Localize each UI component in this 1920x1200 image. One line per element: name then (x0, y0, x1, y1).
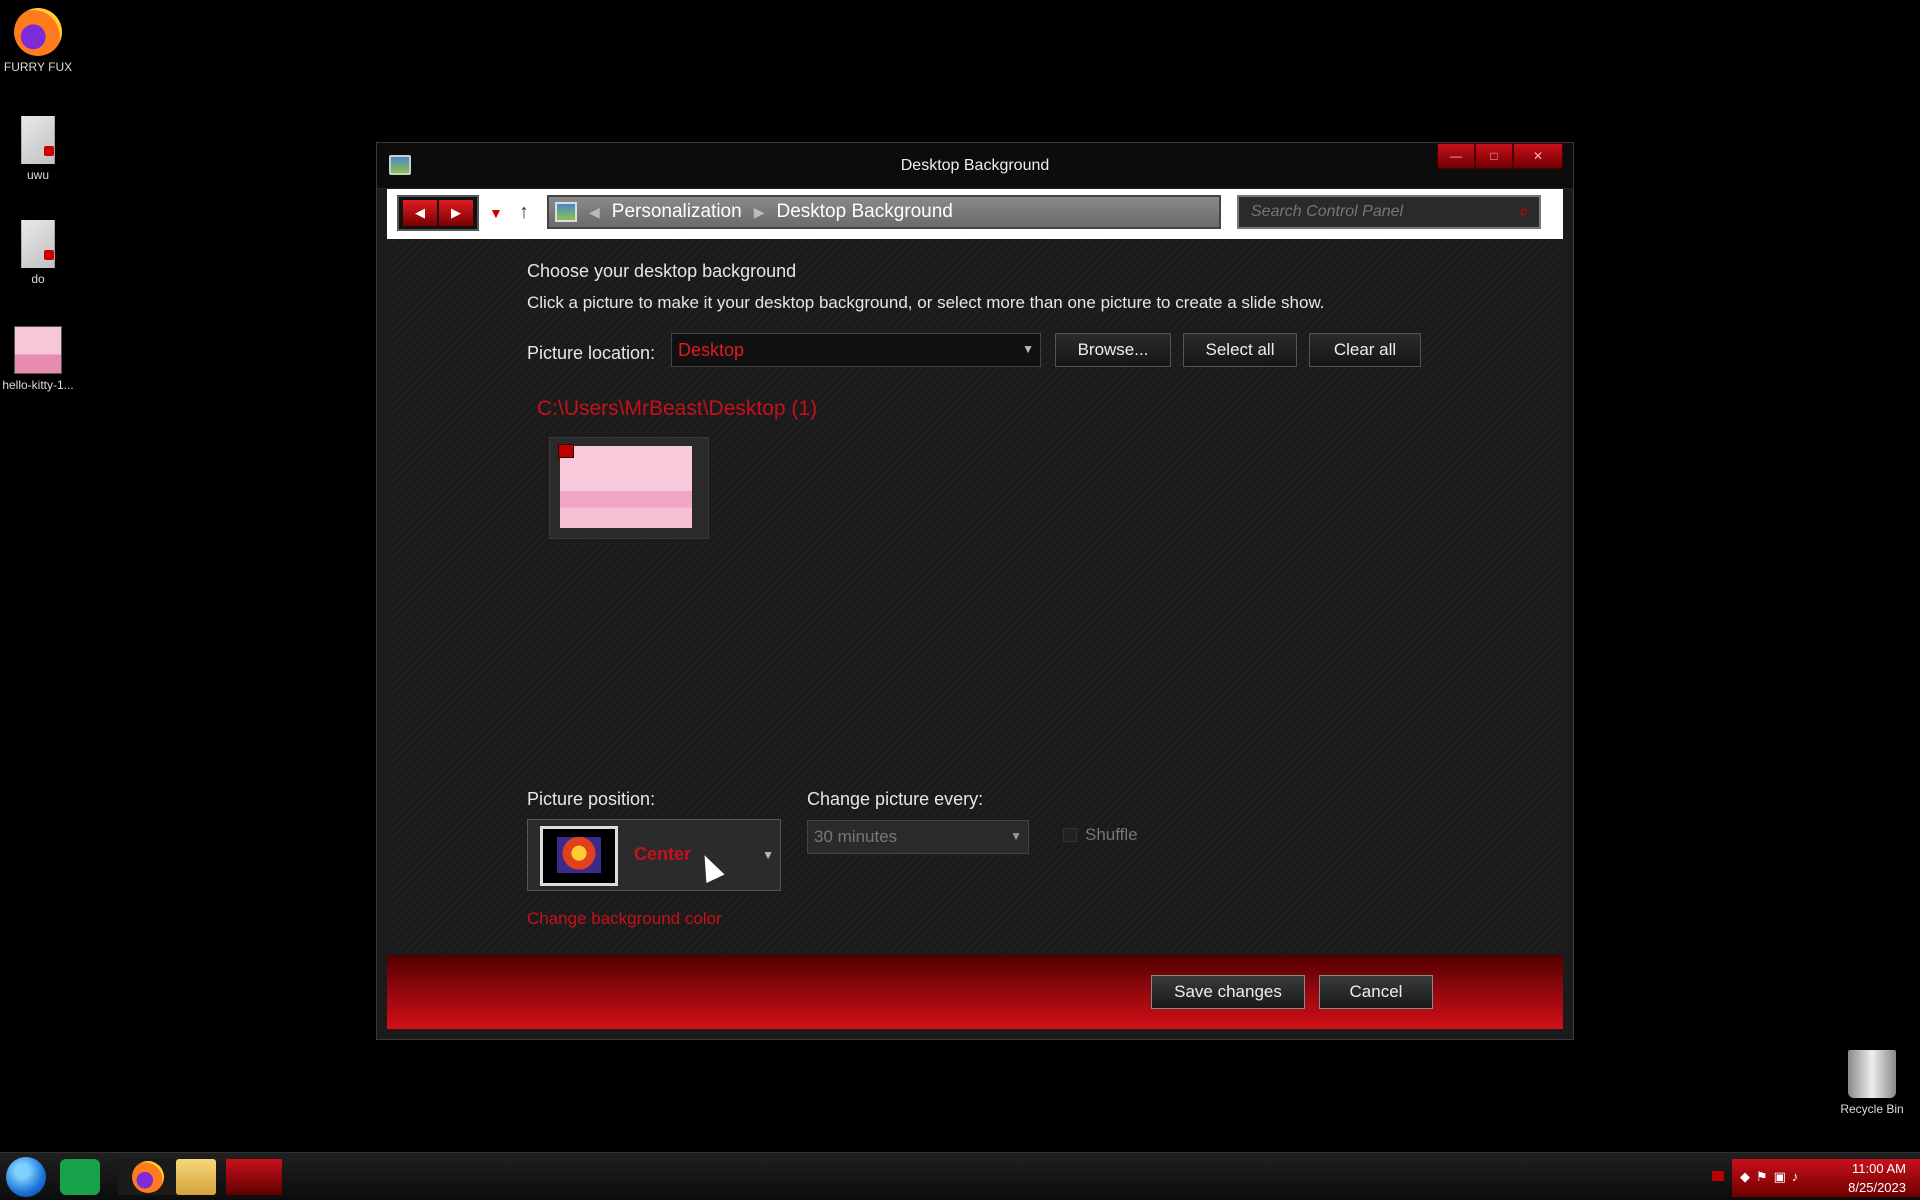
desktop-icon-hello-kitty[interactable]: hello-kitty-1... (0, 326, 76, 392)
search-icon[interactable]: ⌕ (1519, 201, 1529, 222)
start-button[interactable] (6, 1157, 46, 1197)
main-content: Choose your desktop background Click a p… (387, 239, 1563, 955)
desktop-icon-label: FURRY FUX (3, 60, 73, 74)
change-every-select[interactable]: 30 minutes ▼ (807, 820, 1029, 854)
address-bar[interactable]: ◀ Personalization ▶ Desktop Background (547, 195, 1221, 229)
clear-all-button[interactable]: Clear all (1309, 333, 1421, 367)
cancel-button[interactable]: Cancel (1319, 975, 1433, 1009)
close-button[interactable]: ✕ (1513, 143, 1563, 169)
file-icon (21, 220, 55, 268)
clock-date: 8/25/2023 (1848, 1180, 1906, 1195)
wallpaper-image (560, 446, 692, 528)
select-all-button[interactable]: Select all (1183, 333, 1297, 367)
desktop-icon-label: Recycle Bin (1840, 1102, 1904, 1116)
window-controls: — □ ✕ (1437, 143, 1563, 169)
file-explorer-icon[interactable] (176, 1159, 216, 1195)
firefox-taskbar-button[interactable] (118, 1159, 176, 1195)
chevron-left-icon[interactable]: ◀ (589, 204, 600, 221)
clock-time: 11:00 AM (1852, 1161, 1906, 1176)
picture-location-value: Desktop (678, 340, 745, 360)
file-icon (21, 116, 55, 164)
nav-buttons: ◀ ▶ (397, 195, 479, 231)
notification-icon[interactable] (1712, 1171, 1724, 1181)
picture-position-select[interactable]: Center ▼ (527, 819, 781, 891)
chevron-right-icon[interactable]: ▶ (754, 204, 765, 221)
desktop-icon-label: do (31, 272, 45, 286)
control-panel-icon (555, 202, 577, 222)
picture-location-select[interactable]: Desktop ▼ (671, 333, 1041, 367)
firefox-icon (14, 8, 62, 56)
clock[interactable]: 11:00 AM 8/25/2023 (1848, 1159, 1906, 1197)
wallpaper-thumbnail[interactable] (549, 437, 709, 539)
save-changes-button[interactable]: Save changes (1151, 975, 1305, 1009)
control-panel-taskbar-button[interactable] (226, 1159, 282, 1195)
checkbox-box[interactable] (1063, 828, 1077, 842)
tray-icons[interactable]: ◆⚑▣♪ (1740, 1169, 1804, 1185)
breadcrumb-desktop-background[interactable]: Desktop Background (776, 201, 952, 223)
desktop-icon-furry-fux[interactable]: FURRY FUX (0, 8, 76, 74)
search-input[interactable] (1251, 203, 1501, 221)
shuffle-label: Shuffle (1085, 825, 1138, 844)
notes-app-icon[interactable] (60, 1159, 100, 1195)
minimize-button[interactable]: — (1437, 143, 1475, 169)
change-background-color-link[interactable]: Change background color (527, 909, 722, 929)
picture-position-value: Center (634, 844, 692, 864)
desktop-icon-label: uwu (26, 168, 49, 182)
chevron-down-icon: ▼ (1022, 342, 1034, 356)
thumbnail-checkbox[interactable] (558, 444, 574, 458)
page-heading: Choose your desktop background (527, 261, 797, 281)
page-description: Click a picture to make it your desktop … (527, 293, 1325, 312)
folder-group-header[interactable]: C:\Users\MrBeast\Desktop (1) (537, 397, 817, 421)
up-arrow-icon[interactable]: ↑ (519, 201, 529, 224)
desktop-icon-recycle-bin[interactable]: Recycle Bin (1824, 1050, 1920, 1116)
picture-position-label: Picture position: (527, 789, 656, 809)
recycle-bin-icon (1848, 1050, 1896, 1098)
title-bar[interactable]: Desktop Background — □ ✕ (377, 143, 1573, 189)
desktop-icon-label: hello-kitty-1... (2, 378, 74, 392)
browse-button[interactable]: Browse... (1055, 333, 1171, 367)
change-every-value: 30 minutes (814, 827, 898, 846)
search-box[interactable]: ⌕ (1237, 195, 1541, 229)
chevron-down-icon: ▼ (762, 848, 774, 862)
taskbar: ◆⚑▣♪ 11:00 AM 8/25/2023 (0, 1152, 1920, 1200)
breadcrumb-personalization[interactable]: Personalization (612, 201, 742, 223)
change-every-label: Change picture every: (807, 789, 984, 809)
chevron-down-icon: ▼ (1010, 829, 1022, 843)
recent-pages-dropdown-icon[interactable]: ▼ (489, 205, 503, 221)
image-icon (14, 326, 62, 374)
position-preview (540, 826, 618, 886)
picture-location-label: Picture location: (527, 343, 656, 363)
window-title: Desktop Background (900, 157, 1050, 174)
firefox-icon (132, 1161, 164, 1193)
preview-image (557, 837, 601, 873)
shuffle-checkbox[interactable]: Shuffle (1063, 825, 1138, 845)
desktop-background-window: Desktop Background — □ ✕ ◀ ▶ ▼ ↑ ◀ Perso… (376, 142, 1574, 1040)
maximize-button[interactable]: □ (1475, 143, 1513, 169)
footer-bar: Save changes Cancel (387, 955, 1563, 1029)
navigation-bar: ◀ ▶ ▼ ↑ ◀ Personalization ▶ Desktop Back… (387, 189, 1563, 239)
back-button[interactable]: ◀ (403, 200, 437, 226)
desktop-icon-do[interactable]: do (0, 220, 76, 286)
forward-button[interactable]: ▶ (439, 200, 473, 226)
system-tray: ◆⚑▣♪ 11:00 AM 8/25/2023 (1732, 1159, 1920, 1197)
desktop-icon-uwu[interactable]: uwu (0, 116, 76, 182)
